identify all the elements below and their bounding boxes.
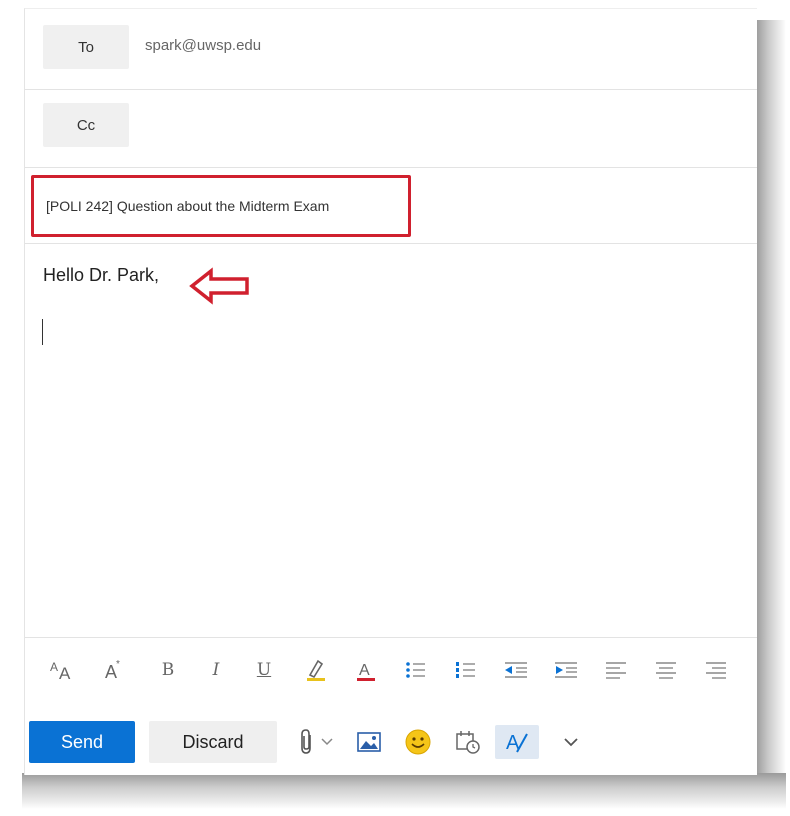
svg-text:A: A (359, 662, 370, 679)
underline-icon[interactable]: U (249, 656, 279, 684)
svg-text:*: * (116, 659, 120, 670)
numbering-icon[interactable] (451, 656, 481, 684)
message-body[interactable]: Hello Dr. Park, (25, 243, 757, 633)
increase-indent-icon[interactable] (551, 656, 581, 684)
body-greeting: Hello Dr. Park, (43, 265, 160, 285)
more-options-icon[interactable] (557, 725, 585, 759)
format-toolbar: AA A * B I U A (25, 637, 757, 700)
schedule-send-icon[interactable] (453, 725, 483, 759)
svg-text:A: A (59, 664, 71, 683)
attach-icon[interactable] (295, 725, 319, 759)
decrease-indent-icon[interactable] (501, 656, 531, 684)
emoji-icon[interactable] (403, 725, 433, 759)
align-right-icon[interactable] (701, 656, 731, 684)
window-shadow-right (756, 20, 786, 800)
align-center-icon[interactable] (651, 656, 681, 684)
insert-picture-icon[interactable] (355, 725, 383, 759)
subject-row (25, 167, 757, 244)
annotation-arrow-icon (189, 267, 249, 305)
grow-font-icon[interactable]: A * (99, 656, 129, 684)
action-bar: Send Discard A (25, 709, 757, 769)
compose-window: To spark@uwsp.edu Cc Hello Dr. Park, AA … (24, 8, 757, 775)
to-button[interactable]: To (43, 25, 129, 69)
to-recipient[interactable]: spark@uwsp.edu (145, 37, 261, 54)
subject-input[interactable] (31, 175, 411, 237)
font-size-icon[interactable]: AA (47, 656, 77, 684)
discard-button[interactable]: Discard (149, 721, 277, 763)
text-cursor (42, 319, 43, 345)
italic-icon[interactable]: I (201, 656, 231, 684)
send-button[interactable]: Send (29, 721, 135, 763)
window-shadow-bottom (22, 773, 786, 809)
highlight-icon[interactable] (301, 656, 331, 684)
align-left-icon[interactable] (601, 656, 631, 684)
font-color-icon[interactable]: A (351, 656, 381, 684)
cc-row: Cc (25, 89, 757, 168)
chevron-down-icon[interactable] (319, 725, 335, 759)
svg-text:A: A (50, 660, 58, 674)
editor-icon[interactable]: A (495, 725, 539, 759)
bullets-icon[interactable] (401, 656, 431, 684)
bold-icon[interactable]: B (153, 656, 183, 684)
to-row: To spark@uwsp.edu (25, 9, 757, 90)
cc-button[interactable]: Cc (43, 103, 129, 147)
